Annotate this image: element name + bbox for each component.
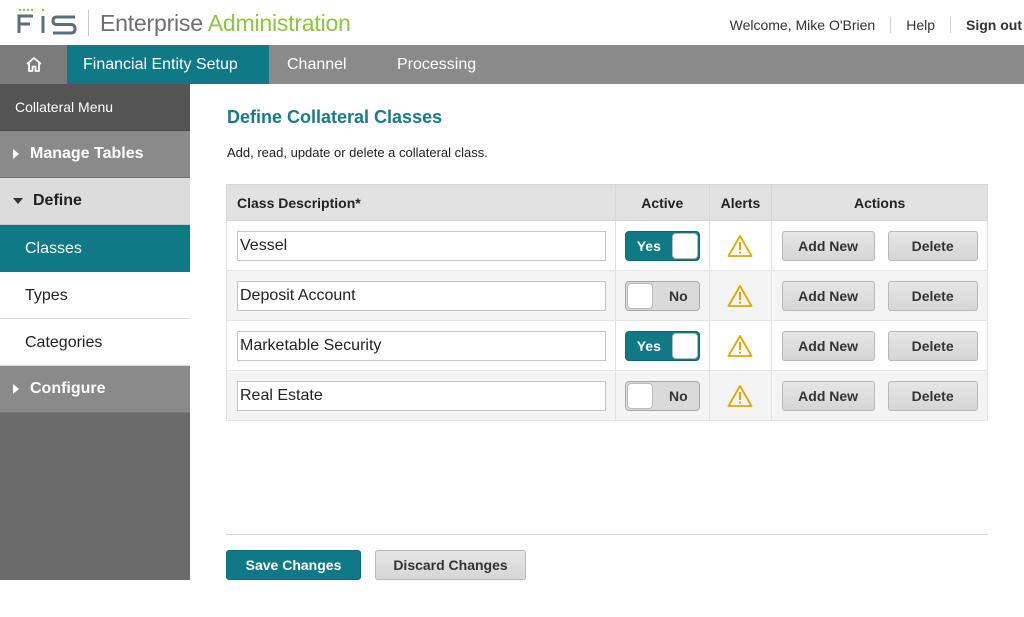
class-description-input[interactable] bbox=[237, 380, 606, 411]
main-nav: Financial Entity Setup Channel Processin… bbox=[0, 45, 1024, 84]
toggle-knob bbox=[671, 332, 698, 359]
toggle-label: Yes bbox=[636, 337, 661, 354]
table-row: Yes Add New Delete bbox=[226, 220, 988, 271]
actions-cell: Add New Delete bbox=[771, 220, 988, 271]
class-description-input[interactable] bbox=[237, 330, 606, 361]
sidebar-group-define[interactable]: Define bbox=[0, 178, 190, 225]
save-changes-button[interactable]: Save Changes bbox=[226, 550, 361, 580]
app-title-plain: Enterprise bbox=[100, 10, 208, 36]
toggle-label: No bbox=[669, 287, 688, 304]
delete-button[interactable]: Delete bbox=[887, 330, 978, 361]
column-header-active: Active bbox=[614, 184, 710, 221]
caret-right-icon bbox=[13, 149, 19, 159]
link-separator bbox=[890, 17, 892, 33]
page-description: Add, read, update or delete a collateral… bbox=[227, 145, 488, 160]
sidebar-item-classes[interactable]: Classes bbox=[0, 225, 190, 272]
tab-financial-entity-setup[interactable]: Financial Entity Setup bbox=[67, 45, 269, 84]
actions-cell: Add New Delete bbox=[771, 370, 988, 421]
app-title: Enterprise Administration bbox=[100, 10, 351, 37]
link-separator bbox=[950, 17, 951, 33]
warning-icon[interactable] bbox=[727, 334, 753, 358]
fis-logo bbox=[17, 8, 77, 35]
page-title: Define Collateral Classes bbox=[227, 107, 443, 127]
add-new-button[interactable]: Add New bbox=[781, 280, 875, 311]
tab-channel[interactable]: Channel bbox=[287, 45, 347, 84]
sidebar-group-label: Define bbox=[33, 192, 82, 209]
class-description-input[interactable] bbox=[237, 230, 606, 261]
home-button[interactable] bbox=[0, 45, 67, 84]
sidebar-item-types[interactable]: Types bbox=[0, 272, 190, 319]
actions-cell: Add New Delete bbox=[771, 270, 988, 321]
app-title-accent: Administration bbox=[207, 10, 351, 36]
sign-out-link[interactable]: Sign out bbox=[966, 17, 1022, 33]
warning-icon[interactable] bbox=[727, 384, 753, 408]
sidebar-item-categories[interactable]: Categories bbox=[0, 319, 190, 366]
sidebar-group-manage-tables[interactable]: Manage Tables bbox=[0, 131, 190, 178]
warning-icon[interactable] bbox=[727, 284, 753, 308]
active-cell: No bbox=[614, 270, 710, 321]
delete-button[interactable]: Delete bbox=[887, 380, 978, 411]
toggle-label: Yes bbox=[636, 237, 661, 254]
column-header-class-description: Class Description* bbox=[226, 184, 616, 221]
add-new-button[interactable]: Add New bbox=[781, 380, 875, 411]
user-links: Welcome, Mike O'Brien Help Sign out bbox=[730, 16, 1022, 34]
column-header-actions: Actions bbox=[771, 184, 988, 221]
alerts-cell bbox=[708, 220, 773, 271]
top-header: Enterprise Administration Welcome, Mike … bbox=[0, 0, 1024, 45]
warning-icon[interactable] bbox=[727, 234, 753, 258]
active-cell: Yes bbox=[614, 320, 710, 371]
alerts-cell bbox=[708, 370, 773, 421]
column-header-alerts: Alerts bbox=[708, 184, 773, 221]
caret-right-icon bbox=[13, 384, 19, 394]
active-cell: Yes bbox=[614, 220, 710, 271]
description-cell bbox=[226, 220, 616, 271]
footer-divider bbox=[226, 534, 988, 535]
sidebar-heading: Collateral Menu bbox=[0, 84, 190, 131]
tab-processing[interactable]: Processing bbox=[397, 45, 476, 84]
sidebar: Collateral Menu Manage Tables Define Cla… bbox=[0, 84, 190, 580]
active-cell: No bbox=[614, 370, 710, 421]
alerts-cell bbox=[708, 320, 773, 371]
discard-changes-button[interactable]: Discard Changes bbox=[375, 550, 526, 580]
add-new-button[interactable]: Add New bbox=[781, 230, 875, 261]
active-toggle[interactable]: No bbox=[624, 280, 700, 311]
toggle-knob bbox=[671, 232, 698, 259]
active-toggle[interactable]: Yes bbox=[624, 230, 700, 261]
add-new-button[interactable]: Add New bbox=[781, 330, 875, 361]
description-cell bbox=[226, 320, 616, 371]
delete-button[interactable]: Delete bbox=[887, 280, 978, 311]
toggle-knob bbox=[626, 282, 653, 309]
table-row: Yes Add New Delete bbox=[226, 320, 988, 371]
caret-down-icon bbox=[13, 198, 23, 204]
sidebar-group-label: Manage Tables bbox=[30, 145, 144, 162]
description-cell bbox=[226, 270, 616, 321]
description-cell bbox=[226, 370, 616, 421]
toggle-knob bbox=[626, 382, 653, 409]
logo-divider bbox=[88, 10, 89, 36]
collateral-classes-table: Class Description* Active Alerts Actions… bbox=[226, 184, 988, 421]
alerts-cell bbox=[708, 270, 773, 321]
home-icon bbox=[25, 57, 42, 72]
table-header-row: Class Description* Active Alerts Actions bbox=[226, 184, 988, 221]
delete-button[interactable]: Delete bbox=[887, 230, 978, 261]
sidebar-group-label: Configure bbox=[30, 380, 106, 397]
actions-cell: Add New Delete bbox=[771, 320, 988, 371]
active-toggle[interactable]: No bbox=[624, 380, 700, 411]
sidebar-group-configure[interactable]: Configure bbox=[0, 366, 190, 413]
table-row: No Add New Delete bbox=[226, 370, 988, 421]
active-toggle[interactable]: Yes bbox=[624, 330, 700, 361]
table-row: No Add New Delete bbox=[226, 270, 988, 321]
class-description-input[interactable] bbox=[237, 280, 606, 311]
toggle-label: No bbox=[669, 387, 688, 404]
help-link[interactable]: Help bbox=[906, 17, 935, 33]
welcome-text: Welcome, Mike O'Brien bbox=[729, 17, 876, 33]
